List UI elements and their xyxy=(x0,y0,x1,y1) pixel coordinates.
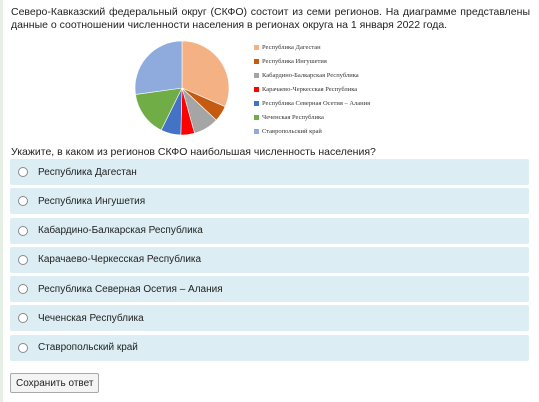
legend-label: Республика Дагестан xyxy=(262,43,321,51)
option-kabardino-balkaria[interactable]: Кабардино-Балкарская Республика xyxy=(10,217,529,244)
question-intro: Северо-Кавказский федеральный округ (СКФ… xyxy=(11,6,530,31)
save-answer-button[interactable]: Сохранить ответ xyxy=(10,373,100,393)
pie-chart: Республика Дагестан Республика Ингушетия К… xyxy=(120,34,420,144)
option-label: Кабардино-Балкарская Республика xyxy=(38,225,203,237)
radio-button[interactable] xyxy=(18,196,28,207)
option-label: Карачаево-Черкесская Республика xyxy=(38,254,202,266)
radio-button[interactable] xyxy=(18,284,28,295)
option-north-ossetia[interactable]: Республика Северная Осетия – Алания xyxy=(10,276,529,303)
question-prompt: Укажите, в каком из регионов СКФО наибол… xyxy=(11,146,376,158)
legend-label: Ставропольский край xyxy=(262,127,322,135)
legend-swatch xyxy=(254,86,259,92)
legend-item: Чеченская Республика xyxy=(254,110,370,124)
option-label: Республика Северная Осетия – Алания xyxy=(38,283,223,295)
option-label: Ставропольский край xyxy=(38,342,138,354)
chart-legend: Республика Дагестан Республика Ингушетия К… xyxy=(254,40,370,138)
option-label: Республика Ингушетия xyxy=(38,195,146,207)
radio-button[interactable] xyxy=(18,254,28,265)
option-label: Чеченская Республика xyxy=(38,312,144,324)
legend-swatch xyxy=(254,114,259,120)
left-accent-bar xyxy=(0,0,3,402)
legend-label: Республика Северная Осетия – Алания xyxy=(262,99,371,107)
option-dagestan[interactable]: Республика Дагестан xyxy=(10,159,529,185)
option-ingushetia[interactable]: Республика Ингушетия xyxy=(10,188,529,215)
legend-label: Карачаево-Черкесская Республика xyxy=(262,85,358,93)
pie-svg xyxy=(134,40,230,136)
legend-swatch xyxy=(254,72,259,78)
legend-item: Кабардино-Балкарская Республика xyxy=(254,68,370,82)
legend-item: Республика Дагестан xyxy=(254,40,370,54)
legend-item: Карачаево-Черкесская Республика xyxy=(254,82,370,96)
legend-label: Республика Ингушетия xyxy=(262,57,327,65)
option-label: Республика Дагестан xyxy=(38,166,137,178)
option-stavropol[interactable]: Ставропольский край xyxy=(10,334,529,361)
legend-swatch xyxy=(254,58,259,64)
legend-swatch xyxy=(254,128,259,134)
answer-options: Республика Дагестан Республика Ингушетия… xyxy=(10,159,529,364)
radio-button[interactable] xyxy=(18,225,28,236)
legend-item: Республика Северная Осетия – Алания xyxy=(254,96,370,110)
radio-button[interactable] xyxy=(18,342,28,353)
legend-item: Республика Ингушетия xyxy=(254,54,370,68)
legend-label: Чеченская Республика xyxy=(262,113,324,121)
legend-swatch xyxy=(254,100,259,106)
option-chechnya[interactable]: Чеченская Республика xyxy=(10,305,529,332)
pie-slice-7 xyxy=(134,40,183,95)
radio-button[interactable] xyxy=(18,313,28,324)
legend-item: Ставропольский край xyxy=(254,124,370,138)
option-karachay-cherkessia[interactable]: Карачаево-Черкесская Республика xyxy=(10,246,529,273)
legend-label: Кабардино-Балкарская Республика xyxy=(262,71,359,79)
legend-swatch xyxy=(254,44,259,50)
radio-button[interactable] xyxy=(18,167,28,177)
